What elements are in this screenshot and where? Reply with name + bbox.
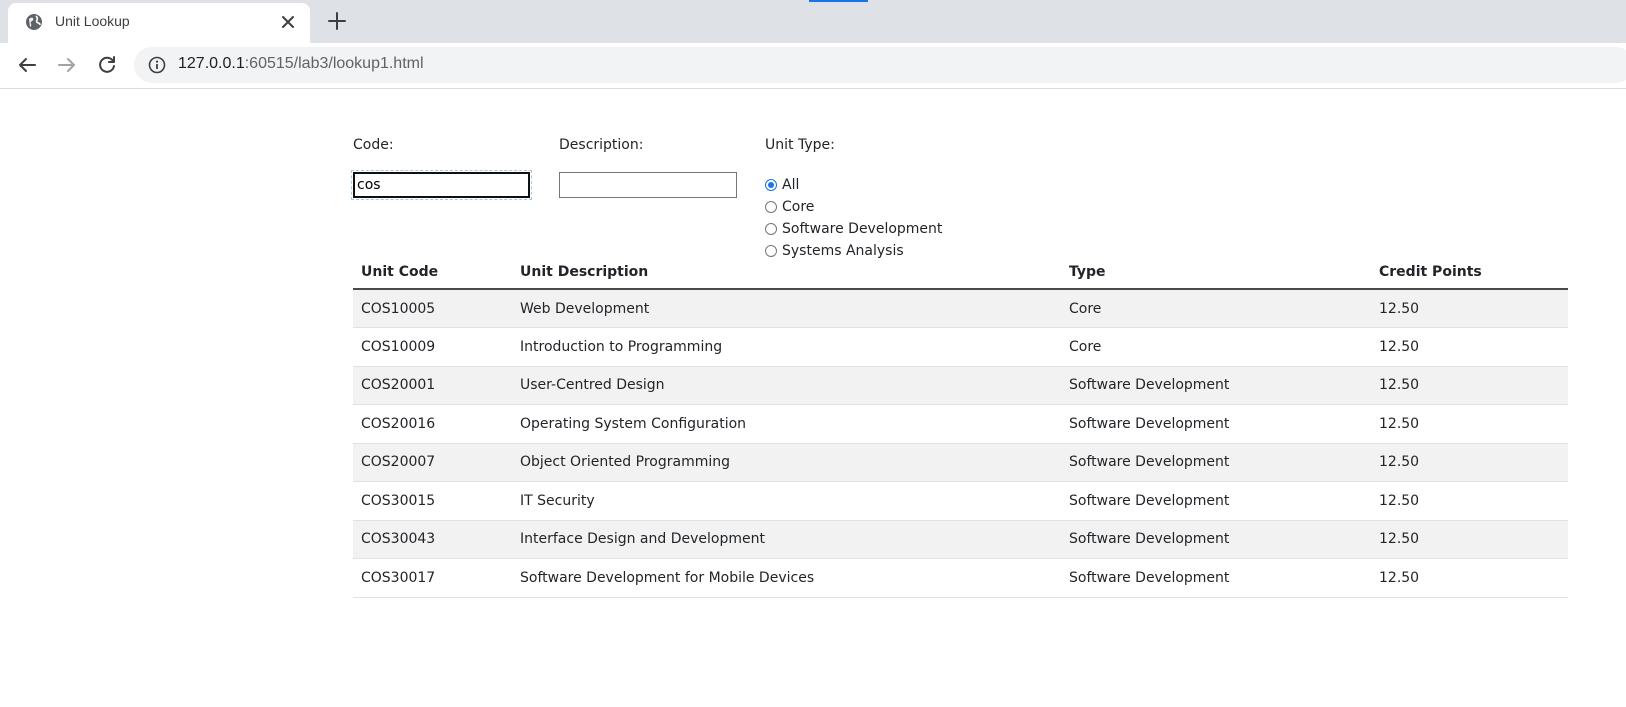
cell-credit-points: 12.50 bbox=[1371, 481, 1568, 521]
radio-label: Core bbox=[782, 199, 815, 215]
cell-credit-points: 12.50 bbox=[1371, 404, 1568, 444]
cell-type: Software Development bbox=[1061, 366, 1371, 405]
cell-type: Software Development bbox=[1061, 520, 1371, 559]
cell-type: Software Development bbox=[1061, 443, 1371, 482]
cell-unit-code: COS30043 bbox=[353, 520, 512, 559]
table-row: COS20007 Object Oriented Programming Sof… bbox=[353, 443, 1568, 482]
table-row: COS10009 Introduction to Programming Cor… bbox=[353, 327, 1568, 367]
table-row: COS20001 User-Centred Design Software De… bbox=[353, 366, 1568, 405]
cell-type: Core bbox=[1061, 327, 1371, 367]
new-tab-icon[interactable] bbox=[326, 10, 348, 32]
cell-unit-description: Introduction to Programming bbox=[512, 327, 1061, 367]
radio-button[interactable] bbox=[765, 201, 777, 213]
header-credit-points: Credit Points bbox=[1371, 255, 1568, 290]
cell-unit-description: User-Centred Design bbox=[512, 366, 1061, 405]
radio-button[interactable] bbox=[765, 223, 777, 235]
back-arrow-icon[interactable] bbox=[15, 53, 39, 77]
radio-button[interactable] bbox=[765, 179, 777, 191]
info-icon[interactable] bbox=[148, 56, 166, 74]
tab-title: Unit Lookup bbox=[55, 13, 130, 29]
table-row: COS30043 Interface Design and Developmen… bbox=[353, 520, 1568, 559]
cell-unit-description: Web Development bbox=[512, 289, 1061, 328]
cell-type: Software Development bbox=[1061, 404, 1371, 444]
code-input[interactable] bbox=[351, 170, 532, 200]
cell-unit-code: COS10005 bbox=[353, 289, 512, 328]
reload-icon[interactable] bbox=[95, 53, 119, 77]
code-label: Code: bbox=[353, 137, 394, 153]
cell-credit-points: 12.50 bbox=[1371, 520, 1568, 559]
radio-option-core[interactable]: Core bbox=[765, 196, 942, 218]
table-row: COS30017 Software Development for Mobile… bbox=[353, 558, 1568, 598]
radio-option-software-development[interactable]: Software Development bbox=[765, 218, 942, 240]
cell-unit-description: Interface Design and Development bbox=[512, 520, 1061, 559]
tab-strip: Unit Lookup bbox=[0, 0, 1626, 43]
cell-type: Core bbox=[1061, 289, 1371, 328]
browser-toolbar: 127.0.0.1:60515/lab3/lookup1.html bbox=[0, 43, 1626, 89]
address-bar[interactable]: 127.0.0.1:60515/lab3/lookup1.html bbox=[134, 47, 1626, 83]
url-path: :60515/lab3/lookup1.html bbox=[244, 55, 424, 72]
cell-type: Software Development bbox=[1061, 558, 1371, 598]
radio-option-all[interactable]: All bbox=[765, 174, 942, 196]
tab-strip-accent bbox=[809, 0, 868, 2]
forward-arrow-icon[interactable] bbox=[55, 53, 79, 77]
globe-icon bbox=[25, 13, 43, 31]
cell-credit-points: 12.50 bbox=[1371, 366, 1568, 405]
description-label: Description: bbox=[559, 137, 644, 153]
url-host: 127.0.0.1 bbox=[178, 55, 245, 72]
table-row: COS10005 Web Development Core 12.50 bbox=[353, 289, 1568, 328]
unit-type-label: Unit Type: bbox=[765, 137, 835, 153]
table-header-row: Unit Code Unit Description Type Credit P… bbox=[353, 255, 1568, 290]
cell-credit-points: 12.50 bbox=[1371, 558, 1568, 598]
close-tab-icon[interactable] bbox=[278, 12, 298, 32]
radio-label: All bbox=[782, 177, 800, 193]
cell-unit-description: IT Security bbox=[512, 481, 1061, 521]
header-type: Type bbox=[1061, 255, 1371, 290]
url-text: 127.0.0.1:60515/lab3/lookup1.html bbox=[178, 55, 424, 73]
cell-type: Software Development bbox=[1061, 481, 1371, 521]
table-row: COS20016 Operating System Configuration … bbox=[353, 404, 1568, 444]
page-content: Code: Description: Unit Type: All Core S… bbox=[0, 89, 1626, 707]
cell-unit-code: COS20001 bbox=[353, 366, 512, 405]
cell-unit-code: COS30015 bbox=[353, 481, 512, 521]
header-unit-description: Unit Description bbox=[512, 255, 1061, 290]
table-row: COS30015 IT Security Software Developmen… bbox=[353, 481, 1568, 521]
unit-type-radio-group: All Core Software Development Systems An… bbox=[765, 174, 942, 262]
table-body: COS10005 Web Development Core 12.50 COS1… bbox=[353, 289, 1568, 598]
cell-unit-code: COS30017 bbox=[353, 558, 512, 598]
units-table: Unit Code Unit Description Type Credit P… bbox=[353, 255, 1568, 598]
cell-credit-points: 12.50 bbox=[1371, 443, 1568, 482]
cell-credit-points: 12.50 bbox=[1371, 327, 1568, 367]
cell-credit-points: 12.50 bbox=[1371, 289, 1568, 328]
cell-unit-code: COS10009 bbox=[353, 327, 512, 367]
description-input[interactable] bbox=[559, 172, 737, 198]
tab-unit-lookup[interactable]: Unit Lookup bbox=[8, 3, 310, 43]
cell-unit-description: Software Development for Mobile Devices bbox=[512, 558, 1061, 598]
cell-unit-code: COS20007 bbox=[353, 443, 512, 482]
header-unit-code: Unit Code bbox=[353, 255, 512, 290]
cell-unit-description: Object Oriented Programming bbox=[512, 443, 1061, 482]
cell-unit-code: COS20016 bbox=[353, 404, 512, 444]
cell-unit-description: Operating System Configuration bbox=[512, 404, 1061, 444]
radio-label: Software Development bbox=[782, 221, 943, 237]
